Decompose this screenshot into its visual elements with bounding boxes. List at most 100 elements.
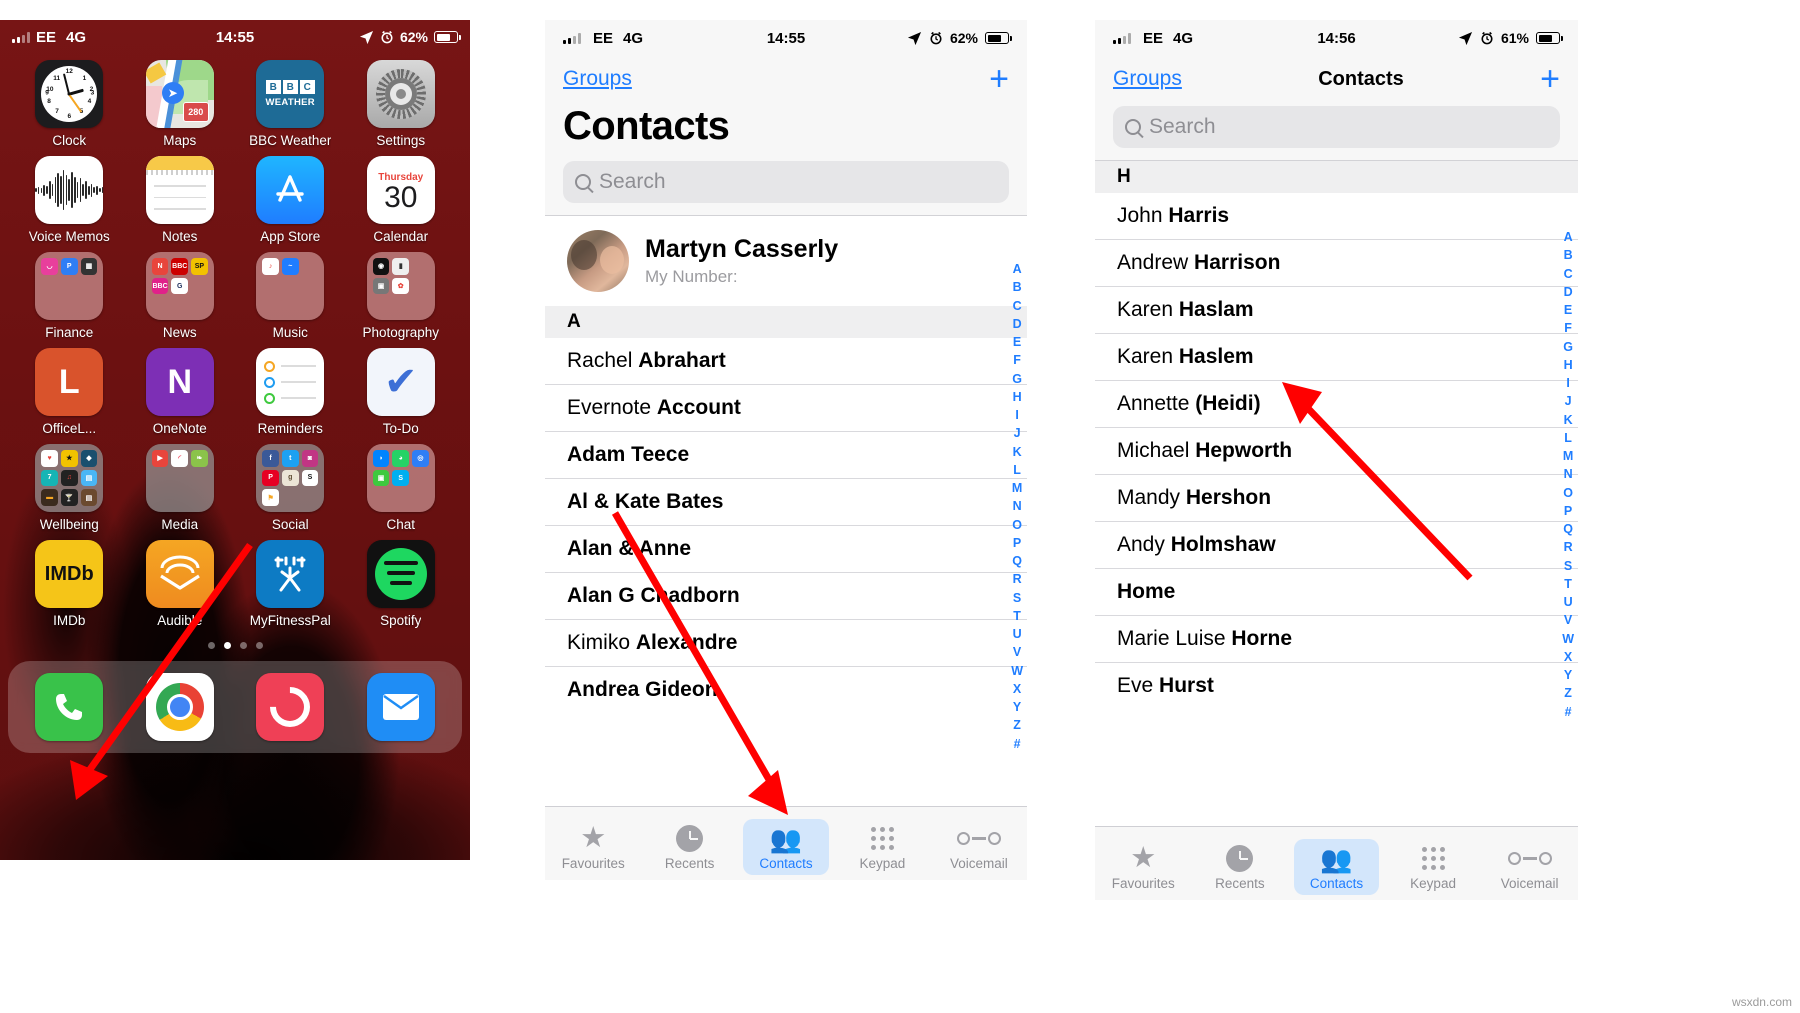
voicemail-icon [956,832,1001,845]
mail-icon[interactable] [366,673,435,741]
app-myfitnesspal[interactable]: MyFitnessPal [235,540,346,628]
tab-recents[interactable]: Recents [641,813,737,875]
list-item[interactable]: Adam Teece [545,432,1027,479]
list-item[interactable]: Michael Hepworth [1095,428,1578,475]
keypad-icon [870,827,894,850]
app-label: Maps [163,133,197,148]
app-calendar[interactable]: Thursday 30 Calendar [346,156,457,244]
app-folder-photography[interactable]: ◉ ▮ ▣ ✿ Photography [346,252,457,340]
tab-favourites[interactable]: ★ Favourites [1095,833,1192,895]
app-onenote[interactable]: N OneNote [125,348,236,436]
my-card-row[interactable]: Martyn Casserly My Number: [545,216,1027,306]
phone-icon[interactable] [35,673,104,741]
battery-icon [434,31,461,43]
list-item[interactable]: Evernote Account [545,385,1027,432]
contacts-h-screen: EE 4G 14:56 61% Groups Contacts + Search… [1095,20,1578,900]
app-folder-chat[interactable]: ◗ ◕ ◎ ▣ S Chat [346,444,457,532]
app-label: Calendar [373,229,429,244]
groups-button[interactable]: Groups [563,67,632,91]
clock-icon [676,825,704,852]
route-badge: 280 [182,102,209,122]
notes-icon [145,156,214,224]
app-folder-finance[interactable]: ◡ P ▦ Finance [14,252,125,340]
list-item[interactable]: Andy Holmshaw [1095,522,1578,569]
contact-list: Rachel Abrahart Evernote Account Adam Te… [545,338,1027,713]
search-icon [575,174,591,190]
app-reminders[interactable]: Reminders [235,348,346,436]
page-indicator-dots[interactable] [0,642,470,649]
maps-icon: ➤ 280 [145,60,214,128]
list-item[interactable]: Mandy Hershon [1095,475,1578,522]
list-item[interactable]: Karen Haslem [1095,334,1578,381]
list-item[interactable]: Karen Haslam [1095,287,1578,334]
app-to-do[interactable]: ✔ To-Do [346,348,457,436]
add-contact-button[interactable]: + [989,62,1009,96]
alphabet-index[interactable]: AB CD EF GH IJ KL MN OP QR ST UV WX YZ # [1011,260,1023,753]
clock-icon [1226,845,1254,872]
location-arrow-icon [359,30,374,44]
list-item[interactable]: Eve Hurst [1095,663,1578,709]
reminders-icon [256,348,325,416]
app-notes[interactable]: Notes [125,156,236,244]
app-settings[interactable]: Settings [346,60,457,148]
list-item[interactable]: Rachel Abrahart [545,338,1027,385]
app-bbc-weather[interactable]: BBC WEATHER BBC Weather [235,60,346,148]
search-area: Search [1095,102,1578,160]
location-arrow-icon [907,31,922,45]
tab-favourites[interactable]: ★ Favourites [545,813,641,875]
add-contact-button[interactable]: + [1540,62,1560,96]
battery-percent-label: 62% [399,29,428,45]
nav-bar: Groups Contacts + [1095,56,1578,102]
app-clock[interactable]: 12 3 6 9 1 2 4 5 7 8 10 11 [14,60,125,148]
app-spotify[interactable]: Spotify [346,540,457,628]
list-item[interactable]: John Harris [1095,193,1578,240]
app-folder-wellbeing[interactable]: ♥ ★ ◆ 7 ♫ ▤ ▬ 🍸 ▤ Wellbeing [14,444,125,532]
pocket-casts-icon[interactable] [256,673,325,741]
tab-keypad[interactable]: Keypad [1385,833,1482,895]
contact-list: John Harris Andrew Harrison Karen Haslam… [1095,193,1578,709]
app-maps[interactable]: ➤ 280 Maps [125,60,236,148]
list-item[interactable]: Alan & Anne [545,526,1027,573]
list-item[interactable]: Marie Luise Horne [1095,616,1578,663]
people-icon: 👥 [1320,843,1353,874]
chrome-icon[interactable] [145,673,214,741]
calendar-day: 30 [384,180,418,214]
list-item[interactable]: Annette (Heidi) [1095,381,1578,428]
app-folder-media[interactable]: ▶ ◜ ❧ Media [125,444,236,532]
tab-contacts[interactable]: 👥 Contacts [1288,833,1385,895]
app-audible[interactable]: Audible [125,540,236,628]
tab-voicemail[interactable]: Voicemail [1481,833,1578,895]
alarm-clock-icon [930,31,942,45]
alphabet-index[interactable]: AB CD EF GH IJ KL MN OP QR ST UV WX YZ # [1562,228,1574,721]
app-label: Reminders [257,421,323,436]
onenote-icon: N [145,348,214,416]
tab-recents[interactable]: Recents [1192,833,1289,895]
list-item[interactable]: Andrea Gideon [545,667,1027,713]
search-input[interactable]: Search [1113,106,1560,148]
list-item[interactable]: Alan G Chadborn [545,573,1027,620]
list-item[interactable]: Andrew Harrison [1095,240,1578,287]
tab-bar: ★ Favourites Recents 👥 Contacts Keypad Voi… [545,806,1027,880]
folder-icon: ♥ ★ ◆ 7 ♫ ▤ ▬ 🍸 ▤ [35,444,104,512]
app-folder-social[interactable]: f t ◙ PgS ⚑ Social [235,444,346,532]
tab-contacts[interactable]: 👥 Contacts [738,813,834,875]
voice-memos-icon [35,156,104,224]
list-item[interactable]: Al & Kate Bates [545,479,1027,526]
tab-voicemail[interactable]: Voicemail [931,813,1027,875]
list-item[interactable]: Kimiko Alexandre [545,620,1027,667]
groups-button[interactable]: Groups [1113,67,1182,91]
app-label: Photography [362,325,440,340]
app-label: OneNote [152,421,207,436]
search-input[interactable]: Search [563,161,1009,203]
app-app-store[interactable]: App Store [235,156,346,244]
app-label: To-Do [382,421,419,436]
app-folder-music[interactable]: ♪ ~ Music [235,252,346,340]
app-folder-news[interactable]: N BBC SP BBC G News [125,252,236,340]
tab-keypad[interactable]: Keypad [834,813,930,875]
app-office-lens[interactable]: L OfficeL... [14,348,125,436]
app-label: App Store [260,229,321,244]
app-label: BBC Weather [249,133,332,148]
app-imdb[interactable]: IMDb IMDb [14,540,125,628]
list-item[interactable]: Home [1095,569,1578,616]
app-voice-memos[interactable]: Voice Memos [14,156,125,244]
